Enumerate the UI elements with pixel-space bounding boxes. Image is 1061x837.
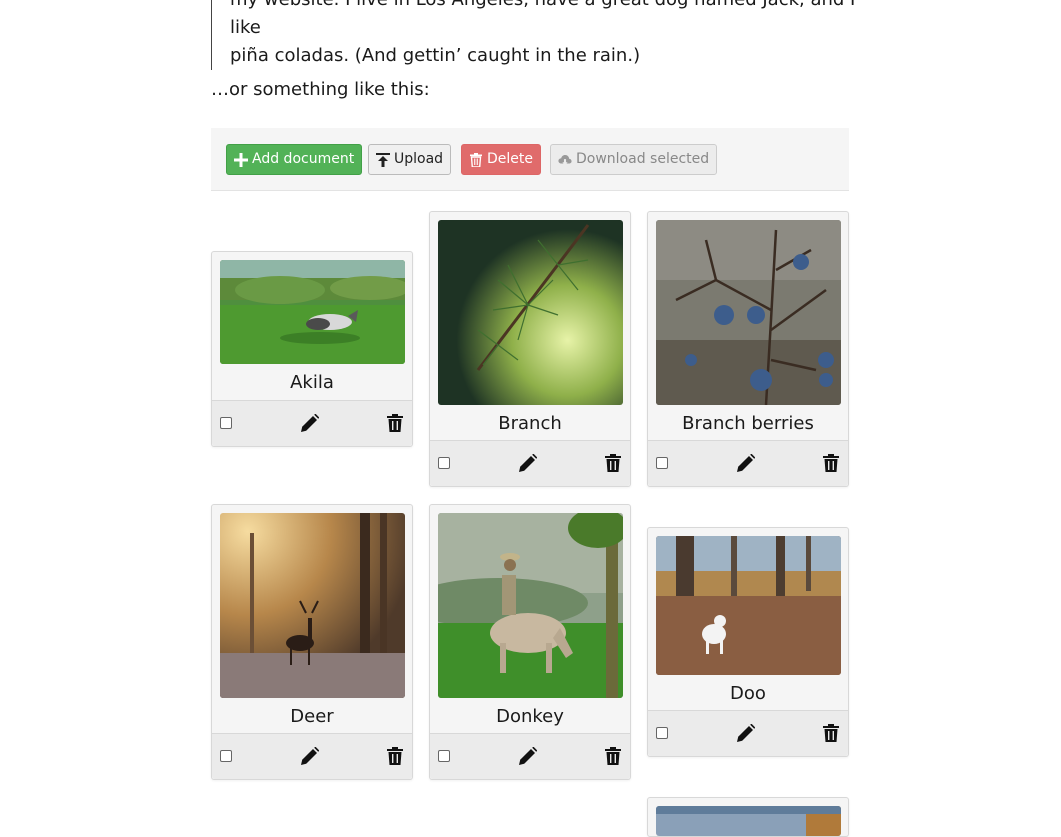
select-checkbox[interactable] [220, 417, 232, 429]
trash-icon[interactable] [387, 747, 403, 765]
document-name: Branch berries [682, 413, 814, 434]
cloud-download-icon [558, 154, 572, 165]
document-thumbnail[interactable] [656, 536, 841, 675]
lead-paragraph: …or something like this: [211, 79, 430, 100]
trash-icon[interactable] [387, 414, 403, 432]
trash-icon[interactable] [605, 454, 621, 472]
document-toolbar: Add document Upload Delete Download sele… [211, 128, 849, 191]
card-actions [430, 440, 630, 486]
document-card: Donkey [429, 504, 631, 780]
document-thumbnail[interactable] [220, 513, 405, 698]
select-checkbox[interactable] [438, 750, 450, 762]
card-actions [648, 440, 848, 486]
document-thumbnail[interactable] [220, 260, 405, 364]
select-checkbox[interactable] [220, 750, 232, 762]
upload-label: Upload [394, 151, 444, 167]
pencil-icon[interactable] [301, 747, 319, 765]
document-name: Deer [290, 706, 334, 727]
pine-branch-image [438, 220, 623, 405]
select-checkbox[interactable] [656, 727, 668, 739]
document-thumbnail[interactable] [656, 806, 841, 836]
trash-icon[interactable] [823, 454, 839, 472]
deer-in-forest-image [220, 513, 405, 698]
plus-icon [234, 152, 248, 167]
document-card: Doo [647, 527, 849, 757]
document-card: Deer [211, 504, 413, 780]
trash-icon[interactable] [605, 747, 621, 765]
document-thumbnail[interactable] [438, 220, 623, 405]
trash-icon[interactable] [823, 724, 839, 742]
card-actions [648, 710, 848, 756]
document-thumbnail[interactable] [656, 220, 841, 405]
select-checkbox[interactable] [438, 457, 450, 469]
card-actions [430, 733, 630, 779]
document-thumbnail[interactable] [438, 513, 623, 698]
upload-button[interactable]: Upload [368, 144, 452, 175]
partial-image [656, 806, 841, 836]
quote-line-1: my website. I live in Los Angeles, have … [230, 0, 855, 38]
pencil-icon[interactable] [737, 724, 755, 742]
download-selected-button[interactable]: Download selected [550, 144, 718, 175]
trash-icon [470, 152, 482, 167]
add-document-button[interactable]: Add document [226, 144, 363, 175]
donkey-image [438, 513, 623, 698]
document-card: Branch berries [647, 211, 849, 487]
document-card: Akila [211, 251, 413, 447]
card-actions [212, 400, 412, 446]
document-name: Akila [290, 372, 334, 393]
delete-label: Delete [487, 151, 533, 167]
document-name: Branch [498, 413, 562, 434]
card-actions [212, 733, 412, 779]
document-name: Doo [730, 683, 766, 704]
document-card [647, 797, 849, 837]
pencil-icon[interactable] [519, 454, 537, 472]
pencil-icon[interactable] [519, 747, 537, 765]
upload-icon [376, 152, 390, 167]
pencil-icon[interactable] [737, 454, 755, 472]
add-document-label: Add document [252, 151, 355, 167]
delete-button[interactable]: Delete [461, 144, 541, 175]
blockquote: my website. I live in Los Angeles, have … [211, 0, 870, 70]
dog-in-autumn-forest-image [656, 536, 841, 675]
quote-line-2: piña coladas. (And gettin’ caught in the… [230, 45, 641, 66]
berries-image [656, 220, 841, 405]
document-card: Branch [429, 211, 631, 487]
download-selected-label: Download selected [576, 151, 710, 167]
document-name: Donkey [496, 706, 564, 727]
select-checkbox[interactable] [656, 457, 668, 469]
pencil-icon[interactable] [301, 414, 319, 432]
dog-on-grass-image [220, 260, 405, 364]
